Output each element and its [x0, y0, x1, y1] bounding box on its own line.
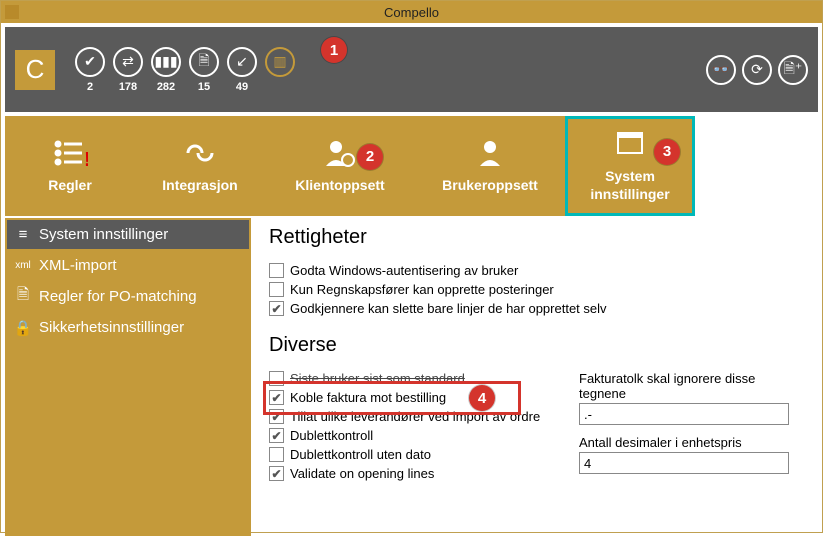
window-icon [612, 129, 648, 159]
rules-icon: ! [52, 138, 88, 168]
new-doc-icon[interactable]: 🗎⁺ [778, 55, 808, 85]
refresh-icon[interactable]: ⟳ [742, 55, 772, 85]
page-icon: 🗎 [189, 47, 219, 77]
callout-4: 4 [469, 385, 495, 411]
sidebar-item-security[interactable]: 🔒 Sikkerhetsinnstillinger [7, 313, 249, 342]
arrow-icon: ↙ [227, 47, 257, 77]
tab-integrasjon[interactable]: Integrasjon [135, 116, 265, 216]
heading-rettigheter: Rettigheter [269, 226, 800, 249]
swap-icon: ⇄ [113, 47, 143, 77]
check-row[interactable]: Godkjennere kan slette bare linjer de ha… [269, 301, 800, 316]
checkbox[interactable] [269, 282, 284, 297]
field-label-desimaler: Antall desimaler i enhetspris [579, 435, 800, 450]
client-icon [322, 138, 358, 168]
check-row[interactable]: Validate on opening lines [269, 466, 549, 481]
check-row[interactable]: Dublettkontroll [269, 428, 549, 443]
app-title: Compello [384, 5, 439, 20]
tab-brukeroppsett[interactable]: Brukeroppsett [415, 116, 565, 216]
tab-system-innstillinger[interactable]: System innstillinger 3 [565, 116, 695, 216]
callout-3: 3 [654, 139, 680, 165]
titlebar: Compello [1, 1, 822, 23]
checkbox[interactable] [269, 263, 284, 278]
input-desimaler[interactable] [579, 452, 789, 474]
counter-books[interactable]: ▮▮▮ 282 [151, 47, 181, 93]
doc-icon: 🗎 [15, 289, 31, 305]
check-row[interactable]: Godta Windows-autentisering av bruker [269, 263, 800, 278]
link-icon [182, 138, 218, 168]
check-row[interactable]: Kun Regnskapsfører kan opprette posterin… [269, 282, 800, 297]
sidebar: ≡ System innstillinger xml XML-import 🗎 … [5, 218, 251, 536]
user-icon [472, 138, 508, 168]
callout-2: 2 [357, 144, 383, 170]
binoculars-icon[interactable]: 👓 [706, 55, 736, 85]
app-icon [5, 5, 19, 19]
diverse-left: Siste bruker sist som standard Koble fak… [269, 371, 549, 485]
xml-icon: xml [15, 258, 31, 274]
check-row-koble[interactable]: Koble faktura mot bestilling [269, 390, 549, 405]
books-icon: ▮▮▮ [151, 47, 181, 77]
callout-1: 1 [321, 37, 347, 63]
check-row[interactable]: Dublettkontroll uten dato [269, 447, 549, 462]
checkbox[interactable] [269, 371, 284, 386]
counter-page[interactable]: 🗎 15 [189, 47, 219, 93]
check-row[interactable]: Siste bruker sist som standard [269, 371, 549, 386]
checkbox[interactable] [269, 409, 284, 424]
input-fakturatolk[interactable] [579, 403, 789, 425]
sidebar-item-xml[interactable]: xml XML-import [7, 251, 249, 280]
nav-tabs: ! Regler Integrasjon Klientoppsett 2 Bru… [5, 116, 818, 216]
lock-icon: 🔒 [15, 320, 31, 336]
list-icon: ≡ [15, 227, 31, 243]
content: Rettigheter Godta Windows-autentisering … [251, 218, 818, 536]
main: ≡ System innstillinger xml XML-import 🗎 … [5, 218, 818, 536]
check-icon: ✔ [75, 47, 105, 77]
tab-klientoppsett[interactable]: Klientoppsett 2 [265, 116, 415, 216]
counter-swap[interactable]: ⇄ 178 [113, 47, 143, 93]
sidebar-item-po[interactable]: 🗎 Regler for PO-matching [7, 282, 249, 311]
checkbox[interactable] [269, 390, 284, 405]
field-label-tolk: Fakturatolk skal ignorere disse tegnene [579, 371, 800, 401]
counter-check[interactable]: ✔ 2 [75, 47, 105, 93]
checkbox[interactable] [269, 447, 284, 462]
toolbar: C ✔ 2 ⇄ 178 ▮▮▮ 282 🗎 15 ↙ 49 ▥ 👓 ⟳ 🗎⁺ 1 [5, 27, 818, 112]
toolbar-counters: ✔ 2 ⇄ 178 ▮▮▮ 282 🗎 15 ↙ 49 ▥ [75, 47, 295, 93]
diverse-right: Fakturatolk skal ignorere disse tegnene … [579, 371, 800, 485]
svg-text:!: ! [84, 149, 88, 168]
bars-icon: ▥ [265, 47, 295, 77]
sidebar-item-system[interactable]: ≡ System innstillinger [7, 220, 249, 249]
checkbox[interactable] [269, 301, 284, 316]
counter-arrow[interactable]: ↙ 49 [227, 47, 257, 93]
checkbox[interactable] [269, 466, 284, 481]
checkbox[interactable] [269, 428, 284, 443]
toolbar-right: 👓 ⟳ 🗎⁺ [706, 55, 808, 85]
app-logo: C [15, 50, 55, 90]
tab-regler[interactable]: ! Regler [5, 116, 135, 216]
check-row[interactable]: Tillat ulike leverandører ved import av … [269, 409, 549, 424]
heading-diverse: Diverse [269, 334, 800, 357]
counter-bars[interactable]: ▥ [265, 47, 295, 93]
